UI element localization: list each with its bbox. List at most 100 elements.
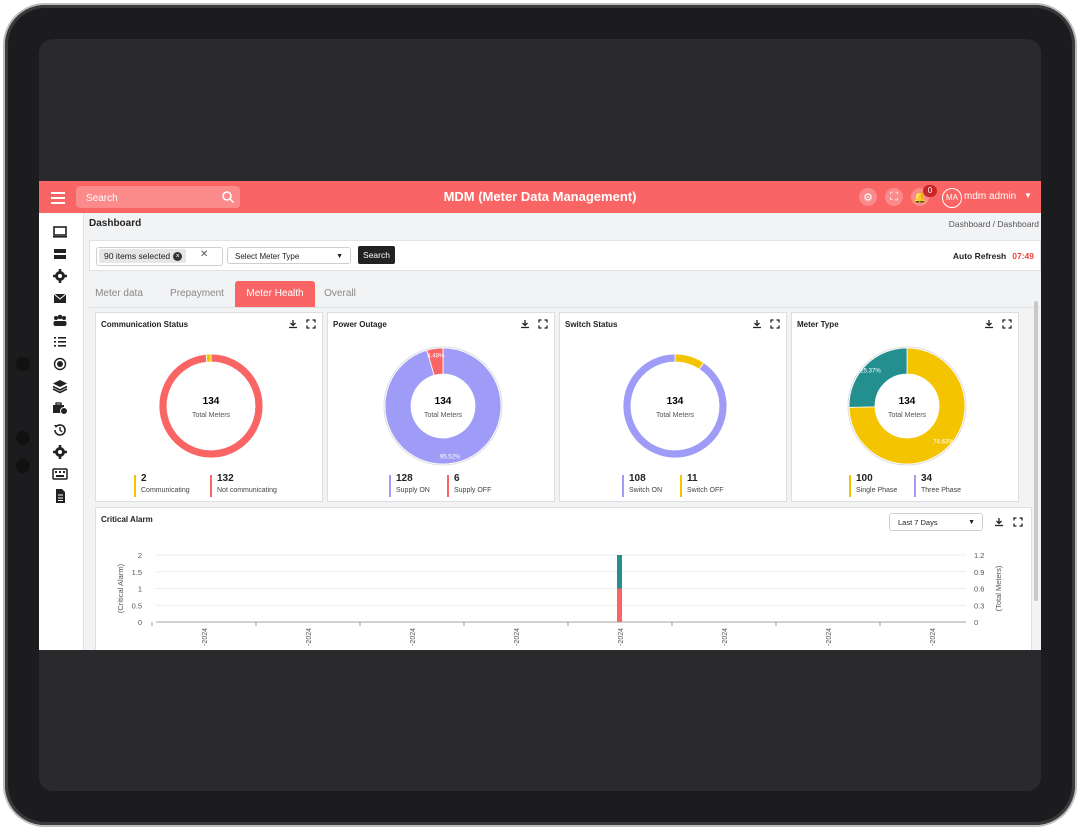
- expand-icon[interactable]: [1013, 517, 1023, 527]
- y2-tick-label: 1.2: [974, 551, 984, 560]
- legend-label: Supply OFF: [454, 487, 492, 494]
- legend-value: 108: [629, 473, 646, 484]
- download-icon[interactable]: [994, 517, 1004, 527]
- meter-type-placeholder: Select Meter Type: [235, 252, 300, 261]
- donut-total-label: Total Meters: [656, 412, 695, 419]
- server-icon[interactable]: [52, 246, 68, 262]
- x-tick-label: -2024: [306, 628, 313, 646]
- search-button[interactable]: Search: [358, 246, 395, 264]
- camera-dot: [16, 431, 30, 445]
- card-title: Meter Type: [797, 320, 839, 329]
- alarm-bar[interactable]: [617, 588, 622, 623]
- users-icon[interactable]: [52, 312, 68, 328]
- breadcrumb[interactable]: Dashboard / Dashboard: [949, 219, 1039, 229]
- keyboard-icon[interactable]: [52, 466, 68, 482]
- switch-status-donut: 134 Total Meters: [622, 353, 728, 459]
- x-tick-label: -2024: [930, 628, 937, 646]
- chevron-down-icon[interactable]: ▼: [1024, 191, 1032, 200]
- download-icon[interactable]: [520, 319, 530, 329]
- y-tick-label: 0: [138, 618, 142, 627]
- chevron-down-icon: ▼: [968, 519, 975, 526]
- legend-communicating: 2 Communicating: [134, 473, 190, 499]
- sidebar: [39, 213, 84, 650]
- legend-value: 11: [687, 473, 698, 484]
- tab-prepayment[interactable]: Prepayment: [162, 281, 232, 307]
- x-tick-label: -2024: [618, 628, 625, 646]
- y-tick-label: 1: [138, 585, 142, 594]
- legend-not-communicating: 132 Not communicating: [210, 473, 277, 499]
- document-icon[interactable]: [52, 488, 68, 504]
- card-title: Power Outage: [333, 320, 387, 329]
- slice-percent-label: 95.52%: [440, 454, 461, 460]
- expand-icon[interactable]: [770, 319, 780, 329]
- legend-value: 34: [921, 473, 933, 484]
- user-name[interactable]: mdm admin: [964, 191, 1016, 202]
- y2-axis-label: (Total Meters): [994, 565, 1003, 611]
- tab-divider: [89, 307, 1039, 308]
- download-icon[interactable]: [752, 319, 762, 329]
- legend-value: 2: [141, 473, 147, 484]
- filter-bar: 90 items selected × ✕ Select Meter Type ▼…: [89, 240, 1041, 271]
- legend-switch-on: 108 Switch ON: [622, 473, 662, 499]
- y2-tick-label: 0.6: [974, 585, 984, 594]
- period-select[interactable]: Last 7 Days ▼: [889, 513, 983, 531]
- notification-badge: 0: [923, 185, 937, 197]
- communication-donut: 134 Total Meters: [158, 353, 264, 459]
- donut-total-label: Total Meters: [424, 412, 463, 419]
- download-icon[interactable]: [288, 319, 298, 329]
- donut-total-label: Total Meters: [888, 412, 927, 419]
- tab-overall[interactable]: Overall: [319, 281, 361, 307]
- briefcase-clock-icon[interactable]: [52, 400, 68, 416]
- settings-icon[interactable]: ⚙: [859, 188, 877, 206]
- expand-icon[interactable]: [306, 319, 316, 329]
- legend-label: Three Phase: [921, 487, 962, 494]
- camera-dot: [16, 357, 30, 371]
- mail-icon[interactable]: [52, 290, 68, 306]
- donut-total: 134: [899, 396, 916, 407]
- checklist-icon[interactable]: [52, 334, 68, 350]
- power-outage-donut: 134 Total Meters 95.52% 4.48%: [383, 346, 503, 466]
- donut-slice[interactable]: [205, 353, 212, 363]
- history-icon[interactable]: [52, 422, 68, 438]
- scrollbar[interactable]: [1034, 301, 1038, 601]
- y-tick-label: 0.5: [132, 601, 142, 610]
- tab-meter-health[interactable]: Meter Health: [235, 281, 315, 307]
- donut-total-label: Total Meters: [192, 412, 231, 419]
- auto-refresh-label: Auto Refresh: [952, 251, 1007, 261]
- power-outage-card: Power Outage 134 Total Meters 95.52% 4.48% …: [327, 312, 555, 502]
- legend-label: Not communicating: [217, 487, 277, 494]
- tab-meter-data[interactable]: Meter data: [89, 281, 149, 307]
- slice-percent-label: 25.37%: [860, 368, 881, 374]
- expand-icon[interactable]: [1002, 319, 1012, 329]
- donut-slice[interactable]: [674, 353, 705, 370]
- legend-supply-off: 6 Supply OFF: [447, 473, 491, 499]
- layers-icon[interactable]: [52, 378, 68, 394]
- selected-chip[interactable]: 90 items selected ×: [99, 249, 187, 263]
- x-tick-label: -2024: [410, 628, 417, 646]
- page-title: Dashboard: [89, 218, 142, 229]
- record-icon[interactable]: [52, 356, 68, 372]
- alarm-bar[interactable]: [617, 555, 622, 589]
- meter-type-select[interactable]: Select Meter Type ▼: [227, 247, 351, 264]
- legend-three-phase: 34 Three Phase: [914, 473, 961, 499]
- avatar[interactable]: MA: [942, 188, 962, 208]
- auto-refresh-timer: 07:49: [1012, 251, 1034, 261]
- download-icon[interactable]: [984, 319, 994, 329]
- monitor-icon[interactable]: [52, 224, 68, 240]
- meter-multiselect[interactable]: 90 items selected × ✕: [96, 247, 223, 266]
- fullscreen-icon[interactable]: ⛶: [885, 188, 903, 206]
- switch-status-card: Switch Status 134 Total Meters 108 Switch …: [559, 312, 787, 502]
- meter-type-card: Meter Type 134 Total Meters 74.63% 25.37% 1…: [791, 312, 1019, 502]
- critical-alarm-card: Critical Alarm Last 7 Days ▼ 2 1.2 1.5 0.9 1 0…: [95, 507, 1032, 650]
- remove-chip-icon[interactable]: ×: [173, 252, 183, 262]
- clear-icon[interactable]: ✕: [200, 249, 208, 260]
- donut-total: 134: [203, 396, 220, 407]
- y-tick-label: 1.5: [132, 568, 142, 577]
- settings-gear-icon[interactable]: [52, 444, 68, 460]
- legend-switch-off: 11 Switch OFF: [680, 473, 724, 499]
- legend-label: Communicating: [141, 487, 190, 494]
- gear-icon[interactable]: [52, 268, 68, 284]
- donut-total: 134: [667, 396, 684, 407]
- expand-icon[interactable]: [538, 319, 548, 329]
- app-screen: MDM (Meter Data Management) ⚙ ⛶ 🔔 0 MA m…: [39, 181, 1041, 650]
